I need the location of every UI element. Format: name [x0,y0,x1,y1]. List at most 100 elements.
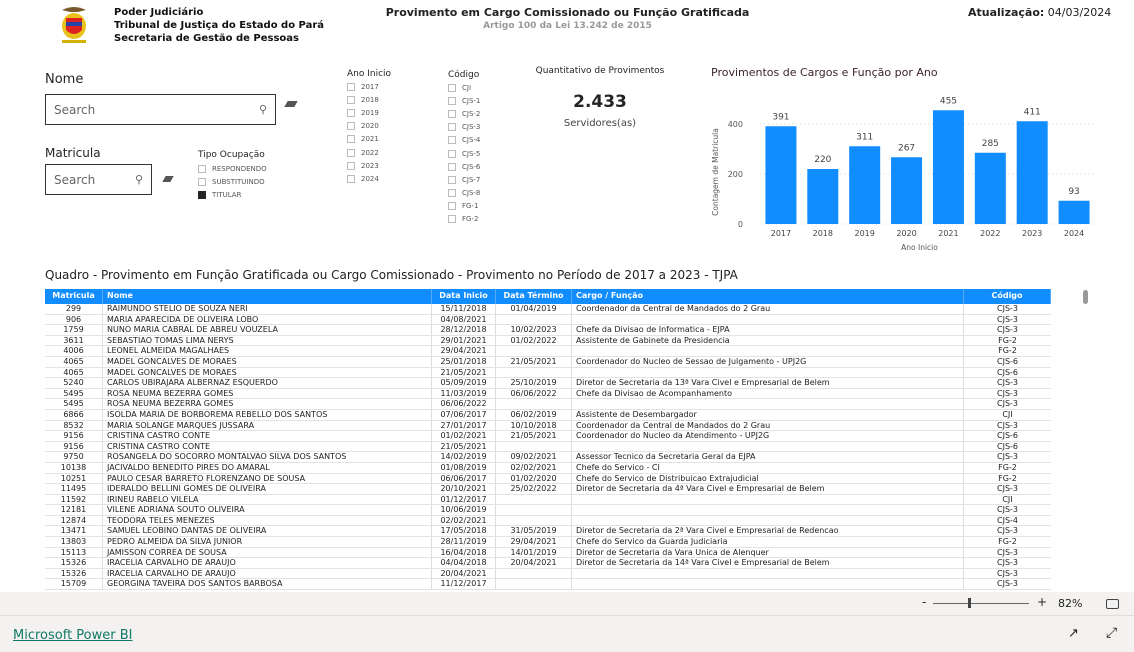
fit-to-page-icon[interactable] [1106,599,1119,609]
codigo-checkbox[interactable]: CJS-8 [448,187,480,200]
ano-checkbox[interactable]: 2018 [347,93,391,106]
table-cell: 06/06/2022 [496,388,572,399]
option-label: 2024 [361,174,379,183]
ano-checkbox[interactable]: 2023 [347,159,391,172]
update-date: 04/03/2024 [1047,6,1112,19]
table-cell: CJS-4 [997,515,1018,525]
checkbox-titular[interactable]: TITULAR [198,188,267,201]
table-cell: 15113 [45,547,103,558]
codigo-checkbox[interactable]: CJI [448,81,480,94]
table-cell [496,314,572,325]
table-cell: PAULO CESAR BARRETO FLORENZANO DE SOUSA [103,473,432,484]
table-cell: CJS-6 [997,356,1018,366]
table-row: 15709 GEORGINA TAVEIRA DOS SANTOS BARBOSA… [45,579,1051,590]
ano-checkbox[interactable]: 2022 [347,146,391,159]
table-cell [572,505,964,515]
column-header[interactable]: Código [964,289,1051,304]
option-label: 2020 [361,122,379,131]
column-header[interactable]: Data Término [496,289,572,304]
table-cell: FG-2 [998,537,1017,547]
table-header-row[interactable]: Matricula Nome Data Inicio Data Término Carg… [45,289,1051,304]
table-row: 4065 MADEL GONCALVES DE MORAES 21/05/2021 C… [45,367,1051,379]
card-label: Servidores(as) [563,118,637,129]
table-cell: CJS-3 [997,558,1018,568]
codigo-checkbox[interactable]: FG-1 [448,200,480,213]
option-label: CJS-8 [462,189,481,198]
table-row: 12874 TEODORA TELES MENEZES 02/02/2021 CJS-… [45,515,1051,527]
table-scrollbar[interactable] [1083,290,1088,304]
table-cell: LEONEL ALMEIDA MAGALHAES [103,346,432,356]
codigo-checkbox[interactable]: CJS-7 [448,173,480,186]
table-cell: 11/03/2019 [432,388,496,399]
table-cell: 21/05/2021 [496,356,572,367]
ano-checkbox[interactable]: 2019 [347,106,391,119]
page-subtitle: Artigo 100 da Lei 13.242 de 2015 [483,21,652,31]
codigo-checkbox[interactable]: CJS-2 [448,107,480,120]
table-cell: 10138 [45,462,103,473]
checkbox-substituindo[interactable]: SUBSTITUINDO [198,175,267,188]
table-cell: 20/04/2021 [496,558,572,568]
zoom-slider-thumb[interactable] [968,598,971,608]
table-cell: Chefe da Divisao de Acompanhamento [572,388,964,399]
nome-search-input[interactable]: Search ⚲ [45,94,276,125]
bar [891,157,923,224]
eraser-icon[interactable] [284,101,298,107]
table-cell: 31/05/2019 [496,526,572,537]
table-cell: 28/11/2019 [432,537,496,547]
x-tick-label: 2018 [813,229,833,238]
table-cell: Diretor de Secretaria da 14ª Vara Civel … [572,558,964,568]
data-label: 285 [982,139,999,149]
ano-checkbox[interactable]: 2021 [347,133,391,146]
table-row: 11495 IDERALDO BELLINI GOMES DE OLIVEIRA 2… [45,484,1051,495]
fullscreen-icon[interactable]: ⤢ [1106,625,1117,641]
power-bi-link[interactable]: Microsoft Power BI [13,628,132,643]
table-cell: Diretor de Secretaria da 2ª Vara Civel e… [572,526,964,537]
zoom-bar: - + 82% [0,592,1134,615]
table-cell: 20/10/2021 [432,484,496,494]
table-cell: 4065 [45,367,103,378]
codigo-checkbox[interactable]: FG-2 [448,213,480,226]
ano-checkbox[interactable]: 2024 [347,172,391,185]
table-cell: CJS-3 [997,325,1018,335]
org-info: Poder Judiciário Tribunal de Justiça do … [114,6,324,45]
table-cell [572,441,964,452]
table-cell [496,579,572,590]
zoom-slider[interactable] [933,603,1029,604]
checkbox-respondendo[interactable]: RESPONDENDO [198,162,267,175]
table-cell [496,505,572,515]
zoom-in-button[interactable]: + [1037,595,1047,609]
matricula-search-input[interactable]: Search ⚲ [45,164,152,195]
option-label: FG-1 [462,202,479,211]
y-tick-label: 0 [738,220,743,229]
ano-checkbox[interactable]: 2020 [347,120,391,133]
codigo-checkbox[interactable]: CJS-5 [448,147,480,160]
table-row: 13471 SAMUEL LEOBINO DANTAS DE OLIVEIRA 17… [45,526,1051,538]
table-cell: 10/10/2018 [496,420,572,431]
column-header[interactable]: Data Inicio [432,289,496,304]
eraser-icon[interactable] [162,176,174,182]
column-header[interactable]: Cargo / Função [572,289,964,304]
codigo-checkbox[interactable]: CJS-1 [448,94,480,107]
column-header[interactable]: Nome [103,289,432,304]
column-header[interactable]: Matricula [45,289,103,304]
codigo-checkbox[interactable]: CJS-3 [448,121,480,134]
table-cell: 07/06/2017 [432,409,496,420]
option-label: SUBSTITUINDO [212,177,265,186]
share-icon[interactable]: ↗ [1068,626,1079,641]
table-cell: 02/02/2021 [496,462,572,473]
table-row: 15326 IRACELIA CARVALHO DE ARAUJO 20/04/20… [45,568,1051,580]
table-cell: 15709 [45,579,103,590]
option-label: TITULAR [212,190,242,199]
codigo-checkbox[interactable]: CJS-4 [448,134,480,147]
zoom-out-button[interactable]: - [922,595,926,609]
x-tick-label: 2024 [1064,229,1084,238]
table-row: 299 RAIMUNDO STELIO DE SOUZA NERI 15/11/20… [45,304,1051,315]
bar [765,126,797,224]
table-cell: 5240 [45,378,103,388]
table-cell: Coordenador do Nucleo da Atendimento - U… [572,431,964,441]
table-cell: CJS-3 [997,314,1018,324]
table-row: 15113 JAMISSON CORREA DE SOUSA 16/04/2018 1… [45,547,1051,559]
ano-label: Ano Inicio [347,69,392,79]
codigo-checkbox[interactable]: CJS-6 [448,160,480,173]
ano-checkbox[interactable]: 2017 [347,80,391,93]
